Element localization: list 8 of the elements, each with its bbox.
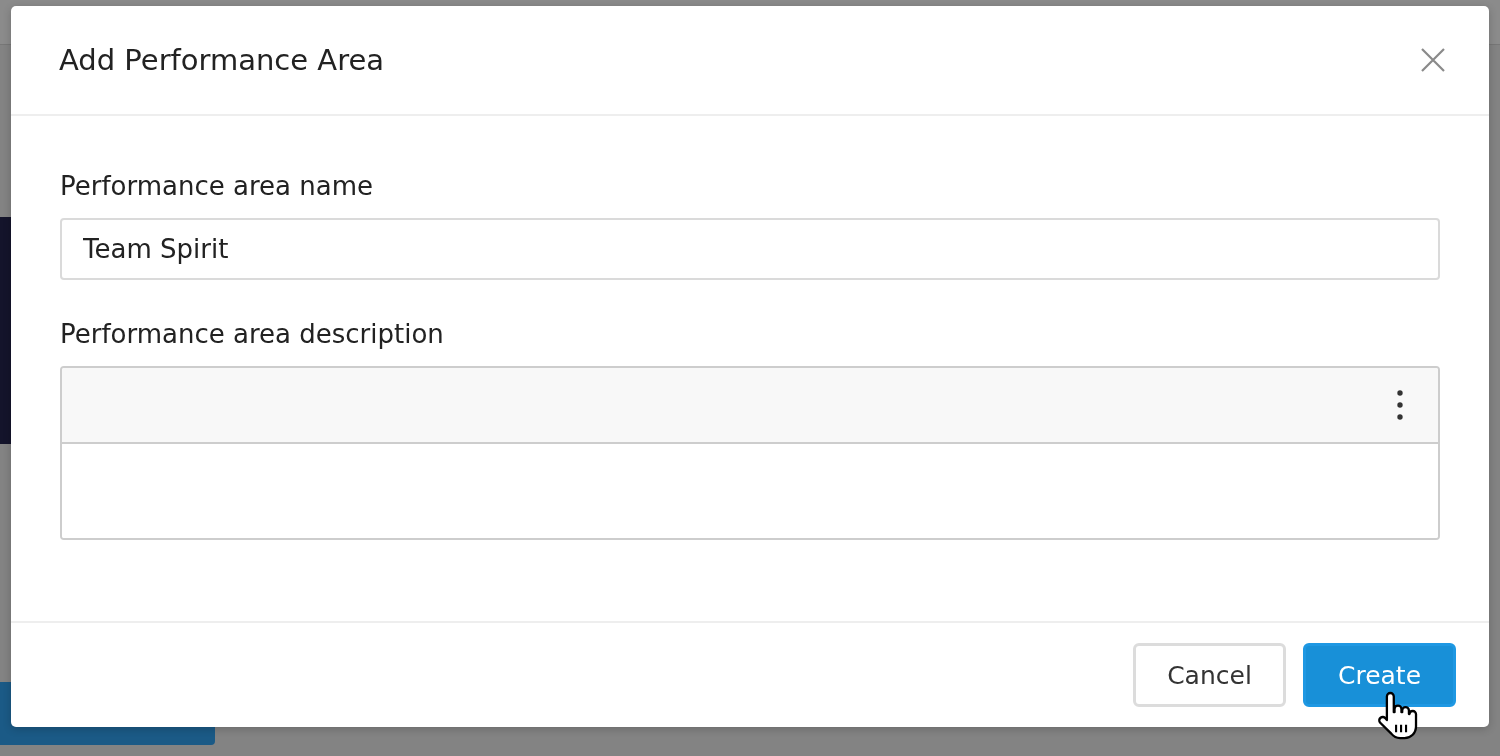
field-label: Performance area description [60, 318, 445, 351]
text-input[interactable]: Team Spirit [60, 218, 1440, 280]
more-options-icon[interactable] [1397, 390, 1403, 420]
field-label: Performance area name [60, 170, 374, 203]
close-icon [1421, 48, 1445, 72]
dialog-title: Add Performance Area [59, 42, 385, 79]
close-button[interactable] [1421, 48, 1445, 72]
cancel-button[interactable]: Cancel [1133, 643, 1286, 707]
